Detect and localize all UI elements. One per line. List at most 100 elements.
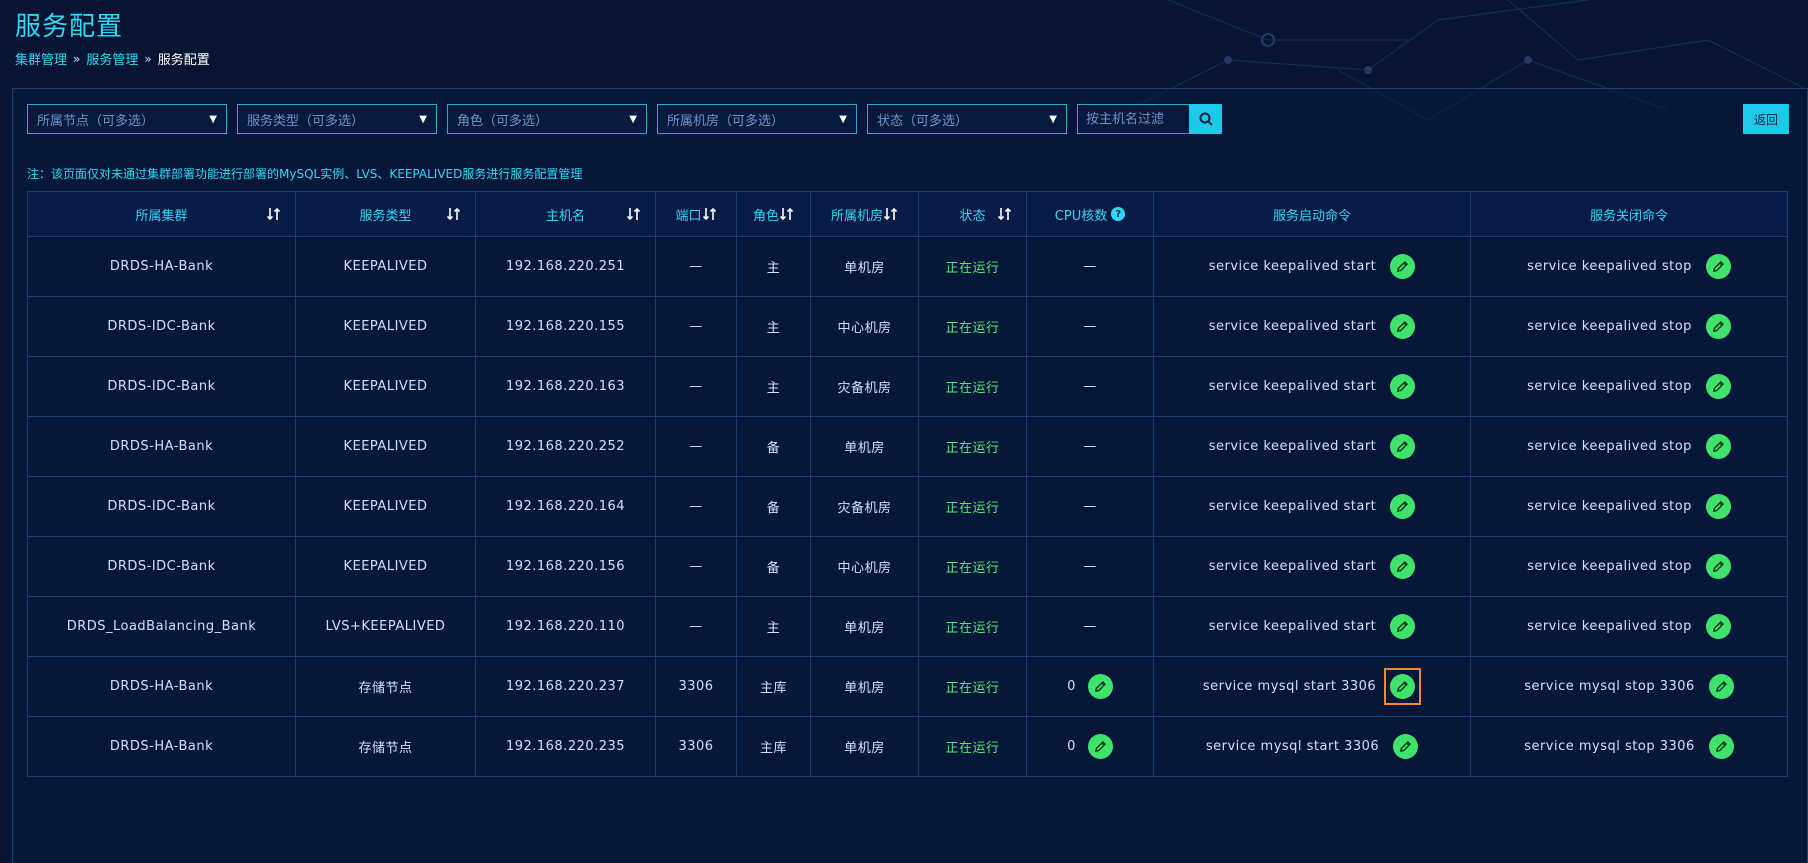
- pencil-icon: [1094, 680, 1106, 693]
- stop-cmd-text: service keepalived stop: [1527, 499, 1692, 514]
- edit-start-cmd-button[interactable]: [1390, 674, 1416, 699]
- cell-role: 备: [736, 476, 811, 537]
- cell-cpu: —: [1026, 356, 1154, 417]
- cell-start-cmd: service keepalived start: [1153, 476, 1471, 537]
- search-button[interactable]: [1189, 104, 1222, 134]
- edit-stop-cmd-button[interactable]: [1705, 614, 1731, 639]
- start-cmd-text: service mysql start 3306: [1205, 739, 1380, 754]
- pencil-icon: [1400, 740, 1412, 753]
- cpu-value: —: [1083, 619, 1097, 634]
- back-button[interactable]: 返回: [1743, 104, 1789, 134]
- cpu-value: —: [1083, 439, 1097, 454]
- start-cmd-text: service mysql start 3306: [1202, 679, 1377, 694]
- edit-start-cmd-button[interactable]: [1390, 374, 1416, 399]
- header-port[interactable]: 端口: [655, 191, 737, 237]
- table-header-row: 所属集群 服务类型 主机名 端口 角色 所属机房 状态 CPU核数? 服务启动命…: [27, 191, 1788, 237]
- cell-port: —: [655, 416, 737, 477]
- sort-icon: [267, 207, 281, 221]
- table-row: DRDS_LoadBalancing_Bank LVS+KEEPALIVED 192…: [27, 596, 1788, 657]
- edit-stop-cmd-button[interactable]: [1705, 494, 1731, 519]
- cell-stop-cmd: service keepalived stop: [1470, 476, 1788, 537]
- cell-cluster: DRDS-IDC-Bank: [27, 536, 296, 597]
- status-filter-select[interactable]: 状态（可多选） ▼: [867, 104, 1067, 134]
- header-cpu: CPU核数?: [1026, 191, 1154, 237]
- edit-cpu-button[interactable]: [1087, 734, 1113, 759]
- cell-host: 192.168.220.155: [475, 296, 656, 357]
- cell-role: 主: [736, 296, 811, 357]
- cell-service-type: KEEPALIVED: [295, 296, 476, 357]
- header-room[interactable]: 所属机房: [810, 191, 919, 237]
- stop-cmd-text: service keepalived stop: [1527, 259, 1692, 274]
- pencil-icon: [1715, 740, 1727, 753]
- table-row: DRDS-HA-Bank 存储节点 192.168.220.235 3306 主库 单机房…: [27, 716, 1788, 777]
- cell-cluster: DRDS-HA-Bank: [27, 236, 296, 297]
- edit-stop-cmd-button[interactable]: [1708, 734, 1734, 759]
- edit-start-cmd-button[interactable]: [1390, 434, 1416, 459]
- table-row: DRDS-IDC-Bank KEEPALIVED 192.168.220.163— 主…: [27, 356, 1788, 417]
- edit-start-cmd-button[interactable]: [1390, 254, 1416, 279]
- cell-cluster: DRDS-IDC-Bank: [27, 296, 296, 357]
- caret-down-icon: ▼: [209, 113, 217, 125]
- pencil-icon: [1094, 740, 1106, 753]
- edit-start-cmd-highlight: [1384, 668, 1422, 705]
- cpu-value: —: [1083, 319, 1097, 334]
- pencil-icon: [1397, 380, 1409, 393]
- breadcrumb-cluster-mgmt[interactable]: 集群管理: [15, 49, 67, 68]
- cell-start-cmd: service keepalived start: [1153, 536, 1471, 597]
- room-filter-select[interactable]: 所属机房（可多选） ▼: [657, 104, 857, 134]
- cell-stop-cmd: service mysql stop 3306: [1470, 656, 1788, 717]
- stop-cmd-text: service mysql stop 3306: [1524, 679, 1695, 694]
- edit-start-cmd-button[interactable]: [1390, 554, 1416, 579]
- cell-service-type: KEEPALIVED: [295, 476, 476, 537]
- edit-stop-cmd-button[interactable]: [1705, 254, 1731, 279]
- pencil-icon: [1397, 620, 1409, 633]
- breadcrumb-service-mgmt[interactable]: 服务管理: [86, 49, 138, 68]
- status-filter-label: 状态（可多选）: [877, 113, 969, 129]
- cell-cluster: DRDS-HA-Bank: [27, 716, 296, 777]
- breadcrumb: 集群管理 » 服务管理 » 服务配置: [15, 49, 210, 69]
- header-status[interactable]: 状态: [918, 191, 1027, 237]
- start-cmd-text: service keepalived start: [1208, 379, 1377, 394]
- cell-stop-cmd: service keepalived stop: [1470, 296, 1788, 357]
- pencil-icon: [1712, 380, 1724, 393]
- cpu-value: —: [1083, 559, 1097, 574]
- service-config-table: 所属集群 服务类型 主机名 端口 角色 所属机房 状态 CPU核数? 服务启动命…: [27, 191, 1788, 777]
- cell-cpu: 0: [1026, 656, 1154, 717]
- node-filter-select[interactable]: 所属节点（可多选） ▼: [27, 104, 227, 134]
- cell-port: —: [655, 236, 737, 297]
- header-host[interactable]: 主机名: [475, 191, 656, 237]
- caret-down-icon: ▼: [839, 113, 847, 125]
- help-icon[interactable]: ?: [1111, 207, 1126, 221]
- cell-start-cmd: service keepalived start: [1153, 296, 1471, 357]
- edit-start-cmd-button[interactable]: [1390, 614, 1416, 639]
- pencil-icon: [1712, 320, 1724, 333]
- pencil-icon: [1712, 560, 1724, 573]
- filter-bar: 所属节点（可多选） ▼ 服务类型（可多选） ▼ 角色（可多选） ▼ 所属机房（可…: [27, 104, 1222, 134]
- cell-host: 192.168.220.110: [475, 596, 656, 657]
- start-cmd-text: service keepalived start: [1208, 259, 1377, 274]
- hostname-search-input[interactable]: [1077, 104, 1189, 134]
- cell-host: 192.168.220.164: [475, 476, 656, 537]
- cell-start-cmd: service keepalived start: [1153, 236, 1471, 297]
- cell-service-type: KEEPALIVED: [295, 536, 476, 597]
- cell-status: 正在运行: [918, 536, 1027, 597]
- cell-service-type: 存储节点: [295, 656, 476, 717]
- edit-start-cmd-button[interactable]: [1390, 314, 1416, 339]
- cell-cluster: DRDS_LoadBalancing_Bank: [27, 596, 296, 657]
- edit-stop-cmd-button[interactable]: [1705, 374, 1731, 399]
- header-service-type[interactable]: 服务类型: [295, 191, 476, 237]
- role-filter-select[interactable]: 角色（可多选） ▼: [447, 104, 647, 134]
- service-type-filter-select[interactable]: 服务类型（可多选） ▼: [237, 104, 437, 134]
- edit-start-cmd-button[interactable]: [1390, 494, 1416, 519]
- cell-cpu: —: [1026, 236, 1154, 297]
- edit-cpu-button[interactable]: [1087, 674, 1113, 699]
- header-role[interactable]: 角色: [736, 191, 811, 237]
- cell-port: —: [655, 476, 737, 537]
- edit-stop-cmd-button[interactable]: [1705, 434, 1731, 459]
- edit-stop-cmd-button[interactable]: [1705, 314, 1731, 339]
- edit-start-cmd-button[interactable]: [1393, 734, 1419, 759]
- edit-stop-cmd-button[interactable]: [1708, 674, 1734, 699]
- edit-stop-cmd-button[interactable]: [1705, 554, 1731, 579]
- header-cluster[interactable]: 所属集群: [27, 191, 296, 237]
- cell-host: 192.168.220.156: [475, 536, 656, 597]
